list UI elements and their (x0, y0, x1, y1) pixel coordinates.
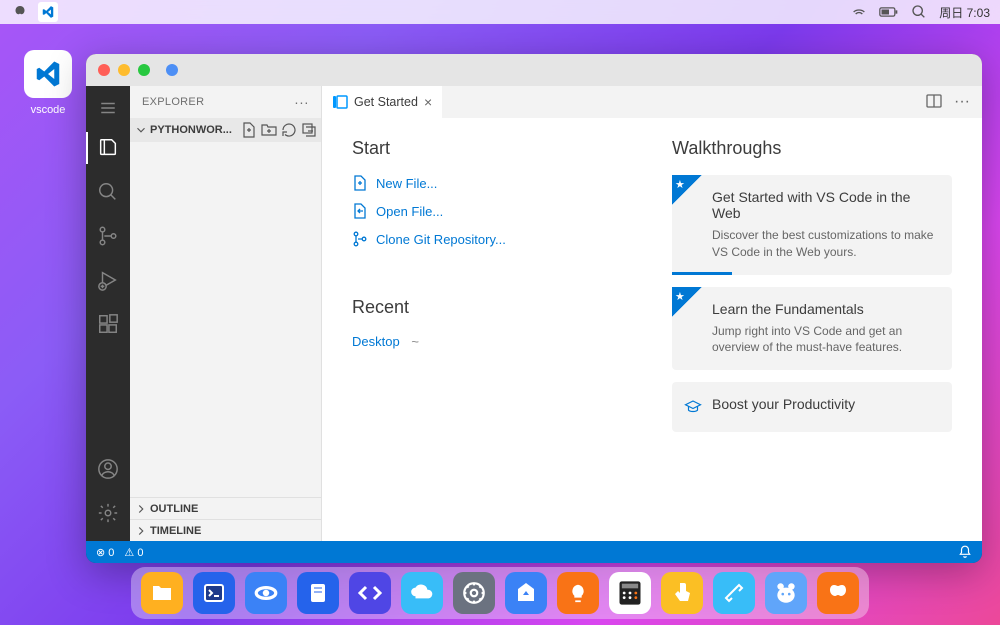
source-control-icon[interactable] (86, 214, 130, 258)
window-minimize-button[interactable] (118, 64, 130, 76)
dock-activity[interactable] (817, 572, 859, 614)
sidebar-more-icon[interactable]: ··· (294, 94, 309, 110)
collapse-all-icon[interactable] (301, 122, 317, 138)
search-activity-icon[interactable] (86, 170, 130, 214)
open-file-link[interactable]: Open File... (352, 203, 632, 219)
window-maximize-button[interactable] (138, 64, 150, 76)
tab-close-icon[interactable]: × (424, 94, 432, 110)
battery-icon[interactable] (879, 6, 899, 18)
get-started-icon (332, 94, 348, 110)
vscode-menu-icon[interactable] (38, 2, 58, 22)
status-bell-icon[interactable] (958, 545, 972, 559)
dock-store[interactable] (505, 572, 547, 614)
recent-item[interactable]: Desktop ~ (352, 334, 632, 349)
sidebar-title: EXPLORER (142, 96, 204, 108)
start-heading: Start (352, 138, 632, 159)
workspace-folder-header[interactable]: PYTHONWOR... (130, 118, 321, 142)
mortarboard-icon (684, 398, 702, 416)
explorer-icon[interactable] (86, 126, 130, 170)
tabs-bar: Get Started × ··· (322, 86, 982, 118)
wifi-icon[interactable] (851, 4, 867, 20)
dock-code[interactable] (349, 572, 391, 614)
extensions-icon[interactable] (86, 302, 130, 346)
dock-editor[interactable] (297, 572, 339, 614)
dock-cloud[interactable] (401, 572, 443, 614)
dock-settings[interactable] (453, 572, 495, 614)
dock-browser[interactable] (245, 572, 287, 614)
search-icon[interactable] (911, 4, 927, 20)
tab-label: Get Started (354, 95, 418, 109)
window-extra-button[interactable] (166, 64, 178, 76)
timeline-section[interactable]: TIMELINE (130, 519, 321, 541)
dock-files[interactable] (141, 572, 183, 614)
editor-more-icon[interactable]: ··· (954, 93, 970, 111)
new-folder-icon[interactable] (261, 122, 277, 138)
desktop-vscode-shortcut[interactable]: vscode (18, 50, 78, 116)
status-warnings[interactable]: ⚠ 0 (124, 546, 143, 559)
refresh-icon[interactable] (281, 122, 297, 138)
system-dock (131, 567, 869, 619)
account-icon[interactable] (86, 447, 130, 491)
desktop-icon-label: vscode (18, 104, 78, 116)
explorer-sidebar: EXPLORER ··· PYTHONWOR... (130, 86, 322, 541)
window-close-button[interactable] (98, 64, 110, 76)
star-icon: ★ (675, 178, 685, 191)
dock-lightbulb[interactable] (557, 572, 599, 614)
status-bar: ⊗ 0 ⚠ 0 (86, 541, 982, 563)
dock-tools[interactable] (713, 572, 755, 614)
walkthrough-productivity[interactable]: Boost your Productivity (672, 382, 952, 432)
clone-repo-link[interactable]: Clone Git Repository... (352, 231, 632, 247)
walkthroughs-heading: Walkthroughs (672, 138, 952, 159)
walkthrough-fundamentals[interactable]: ★ Learn the Fundamentals Jump right into… (672, 287, 952, 371)
new-file-icon[interactable] (241, 122, 257, 138)
new-file-link[interactable]: New File... (352, 175, 632, 191)
settings-gear-icon[interactable] (86, 491, 130, 535)
editor-area: Get Started × ··· Start New File... (322, 86, 982, 541)
vscode-window: EXPLORER ··· PYTHONWOR... (86, 54, 982, 563)
window-titlebar[interactable] (86, 54, 982, 86)
status-errors[interactable]: ⊗ 0 (96, 546, 114, 559)
activity-bar (86, 86, 130, 541)
menu-icon[interactable] (86, 90, 130, 126)
system-menubar: 周日 7:03 (0, 0, 1000, 24)
folder-name: PYTHONWOR... (150, 124, 239, 136)
tab-get-started[interactable]: Get Started × (322, 86, 442, 118)
dock-touch[interactable] (661, 572, 703, 614)
star-icon: ★ (675, 290, 685, 303)
datetime-label[interactable]: 周日 7:03 (939, 4, 990, 21)
dock-terminal[interactable] (193, 572, 235, 614)
run-debug-icon[interactable] (86, 258, 130, 302)
app-menu-icon[interactable] (10, 2, 30, 22)
split-editor-icon[interactable] (926, 93, 942, 111)
dock-calculator[interactable] (609, 572, 651, 614)
recent-heading: Recent (352, 297, 632, 318)
walkthrough-get-started[interactable]: ★ Get Started with VS Code in the Web Di… (672, 175, 952, 275)
outline-section[interactable]: OUTLINE (130, 497, 321, 519)
dock-bear[interactable] (765, 572, 807, 614)
